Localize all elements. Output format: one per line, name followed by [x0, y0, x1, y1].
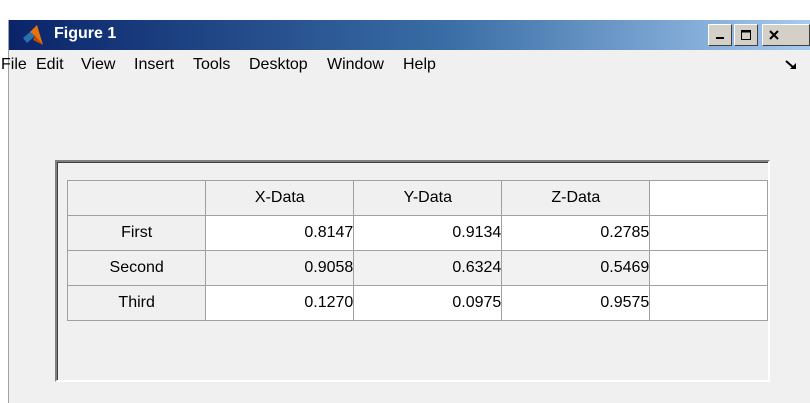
- menu-tools[interactable]: Tools: [193, 56, 230, 74]
- table-cell[interactable]: 0.2785: [501, 215, 651, 251]
- menu-help[interactable]: Help: [403, 56, 436, 74]
- menu-insert[interactable]: Insert: [134, 56, 174, 74]
- close-button[interactable]: [762, 24, 810, 46]
- table-cell[interactable]: 0.9134: [353, 215, 503, 251]
- table-cell[interactable]: 0.6324: [353, 250, 503, 286]
- minimize-button[interactable]: [708, 24, 732, 46]
- table-cell[interactable]: 0.1270: [205, 285, 355, 321]
- table-cell[interactable]: 0.9058: [205, 250, 355, 286]
- menu-desktop[interactable]: Desktop: [249, 56, 308, 74]
- table-cell[interactable]: 0.0975: [353, 285, 503, 321]
- maximize-button[interactable]: [734, 24, 758, 46]
- column-header-x[interactable]: X-Data: [205, 180, 355, 216]
- data-table[interactable]: X-Data Y-Data Z-Data First 0.8147 0.9134…: [66, 180, 768, 321]
- column-header-y[interactable]: Y-Data: [353, 180, 503, 216]
- table-cell[interactable]: 0.5469: [501, 250, 651, 286]
- matlab-logo-icon: [23, 25, 43, 45]
- menu-view[interactable]: View: [81, 56, 115, 74]
- menu-file[interactable]: File: [1, 56, 27, 74]
- empty-column-area: [649, 215, 768, 251]
- table-cell[interactable]: 0.9575: [501, 285, 651, 321]
- figure-window: Figure 1 File Edit View Insert Tools Des…: [1, 20, 810, 403]
- table-row: Second 0.9058 0.6324 0.5469: [66, 250, 768, 286]
- menu-window[interactable]: Window: [327, 56, 384, 74]
- row-header[interactable]: Second: [66, 250, 207, 286]
- row-header[interactable]: First: [66, 215, 207, 251]
- column-header-z[interactable]: Z-Data: [501, 180, 651, 216]
- minimize-icon: [716, 37, 724, 39]
- maximize-icon: [741, 30, 751, 40]
- menu-bar: File Edit View Insert Tools Desktop Wind…: [1, 50, 810, 80]
- row-header[interactable]: Third: [66, 285, 207, 321]
- header-row: X-Data Y-Data Z-Data: [66, 180, 768, 216]
- title-bar[interactable]: Figure 1: [9, 20, 810, 50]
- empty-column-area: [649, 285, 768, 321]
- empty-column-area: [649, 250, 768, 286]
- corner-cell: [66, 180, 207, 216]
- window-title: Figure 1: [54, 25, 117, 42]
- table-row: First 0.8147 0.9134 0.2785: [66, 215, 768, 251]
- table-row: Third 0.1270 0.0975 0.9575: [66, 285, 768, 321]
- uitable-panel: X-Data Y-Data Z-Data First 0.8147 0.9134…: [55, 160, 770, 382]
- table-cell[interactable]: 0.8147: [205, 215, 355, 251]
- dock-arrow-icon[interactable]: [784, 59, 798, 71]
- close-icon: [769, 30, 779, 40]
- menu-edit[interactable]: Edit: [36, 56, 64, 74]
- empty-column-area: [649, 180, 768, 216]
